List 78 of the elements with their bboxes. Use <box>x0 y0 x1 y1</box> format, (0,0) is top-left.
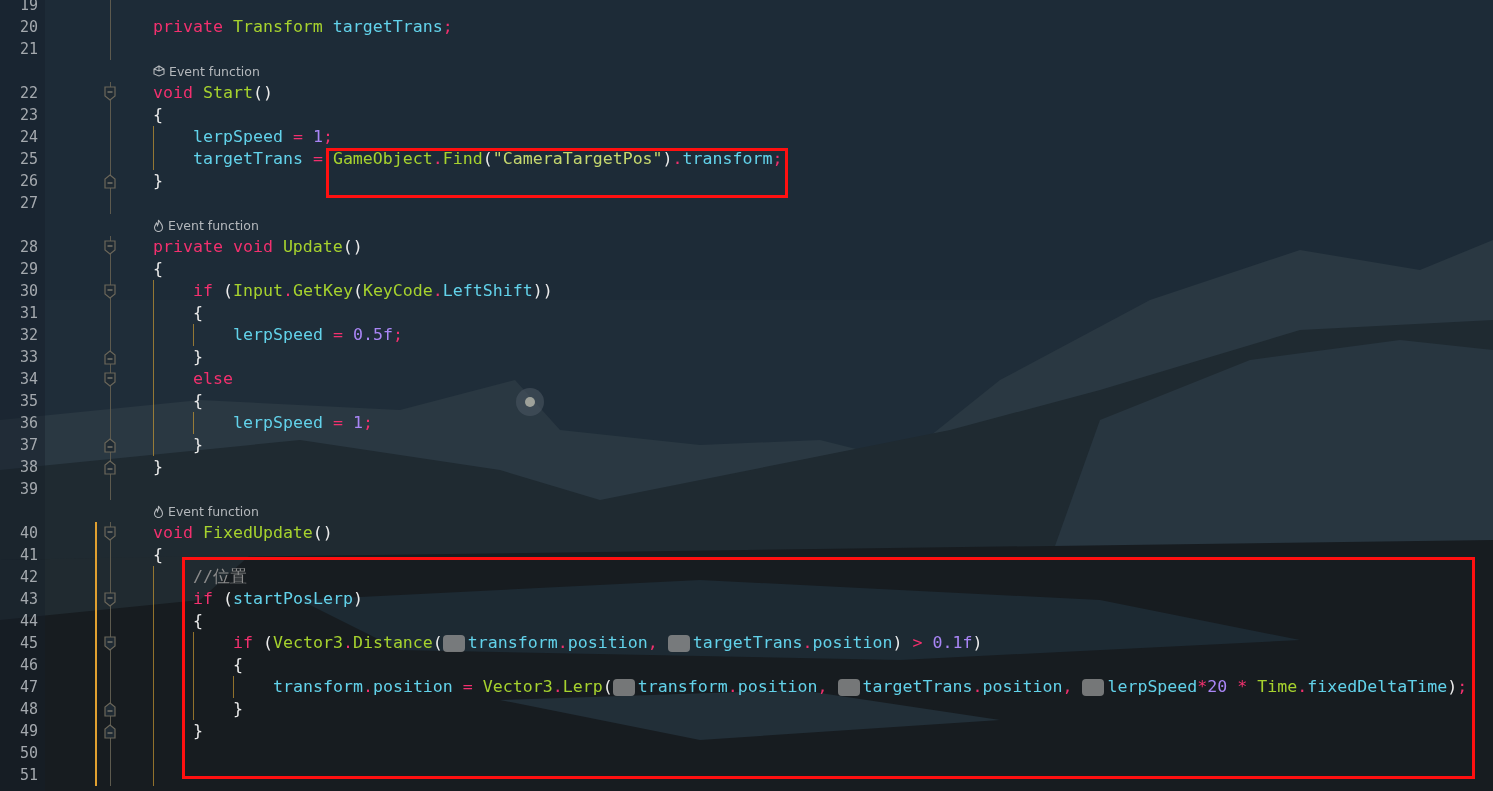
line-number: 51 <box>19 766 40 784</box>
line-number: 21 <box>19 40 40 58</box>
code-line: private Transform targetTrans; <box>153 16 453 38</box>
code-line: if (Input.GetKey(KeyCode.LeftShift)) <box>193 280 553 302</box>
code-line: if (Vector3.Distance( transform.position, targetTrans.position) > 0.1f) <box>233 632 983 654</box>
fold-end-icon[interactable] <box>104 723 116 739</box>
code-line: { <box>193 610 203 632</box>
code-line: void Start() <box>153 82 273 104</box>
line-number: 33 <box>19 348 40 366</box>
fold-collapse-icon[interactable] <box>104 371 116 387</box>
code-line: } <box>153 170 163 192</box>
code-line: { <box>153 544 163 566</box>
line-number: 26 <box>19 172 40 190</box>
code-line: if (startPosLerp) <box>193 588 363 610</box>
line-number: 23 <box>19 106 40 124</box>
line-number: 31 <box>19 304 40 322</box>
code-line: targetTrans = GameObject.Find("CameraTargetPos").transform; <box>193 148 783 170</box>
code-line: void FixedUpdate() <box>153 522 333 544</box>
line-number: 30 <box>19 282 40 300</box>
fold-end-icon[interactable] <box>104 437 116 453</box>
line-number: 25 <box>19 150 40 168</box>
line-number: 44 <box>19 612 40 630</box>
fold-collapse-icon[interactable] <box>104 283 116 299</box>
line-number: 20 <box>19 18 40 36</box>
line-number: 49 <box>19 722 40 740</box>
fold-collapse-icon[interactable] <box>104 239 116 255</box>
code-line: lerpSpeed = 1; <box>233 412 373 434</box>
code-line: else <box>193 368 233 390</box>
code-lens-text[interactable]: Event function <box>168 217 259 233</box>
code-line: //位置 <box>193 566 247 588</box>
line-number: 41 <box>19 546 40 564</box>
fold-collapse-icon[interactable] <box>104 635 116 651</box>
code-line: } <box>193 720 203 742</box>
line-number: 35 <box>19 392 40 410</box>
flame-icon <box>153 218 164 232</box>
code-line: } <box>193 434 203 456</box>
cube-icon <box>153 65 165 77</box>
line-number: 36 <box>19 414 40 432</box>
flame-icon <box>153 504 164 518</box>
code-line: lerpSpeed = 1; <box>193 126 333 148</box>
line-number: 42 <box>19 568 40 586</box>
line-number: 24 <box>19 128 40 146</box>
line-number: 50 <box>19 744 40 762</box>
line-number: 37 <box>19 436 40 454</box>
code-lens-text[interactable]: Event function <box>168 503 259 519</box>
fold-end-icon[interactable] <box>104 459 116 475</box>
code-line: { <box>193 302 203 324</box>
code-lens-text[interactable]: Event function <box>169 63 260 79</box>
line-number: 39 <box>19 480 40 498</box>
code-line: } <box>153 456 163 478</box>
fold-end-icon[interactable] <box>104 349 116 365</box>
line-number: 28 <box>19 238 40 256</box>
line-number: 46 <box>19 656 40 674</box>
line-number: 43 <box>19 590 40 608</box>
line-number: 48 <box>19 700 40 718</box>
line-number: 40 <box>19 524 40 542</box>
fold-end-icon[interactable] <box>104 173 116 189</box>
line-number: 22 <box>19 84 40 102</box>
code-line: transform.position = Vector3.Lerp( transform.position, targetTrans.position, lerpSpeed*20 * Time.fixedDeltaTime); <box>273 676 1468 698</box>
code-line: } <box>193 346 203 368</box>
code-line: { <box>233 654 243 676</box>
line-number: 38 <box>19 458 40 476</box>
line-number: 34 <box>19 370 40 388</box>
code-line: { <box>193 390 203 412</box>
code-line: { <box>153 258 163 280</box>
line-number: 27 <box>19 194 40 212</box>
fold-collapse-icon[interactable] <box>104 591 116 607</box>
code-line: { <box>153 104 163 126</box>
code-line: } <box>233 698 243 720</box>
line-number: 29 <box>19 260 40 278</box>
code-line: private void Update() <box>153 236 363 258</box>
fold-collapse-icon[interactable] <box>104 85 116 101</box>
fold-end-icon[interactable] <box>104 701 116 717</box>
code-line: lerpSpeed = 0.5f; <box>233 324 403 346</box>
line-number: 45 <box>19 634 40 652</box>
line-number: 32 <box>19 326 40 344</box>
line-number: 47 <box>19 678 40 696</box>
fold-collapse-icon[interactable] <box>104 525 116 541</box>
